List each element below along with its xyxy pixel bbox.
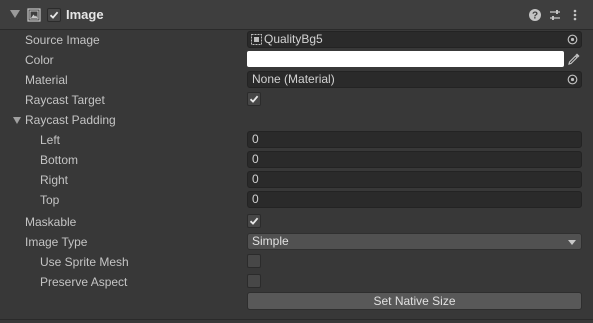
padding-left-label: Left — [40, 133, 61, 147]
image-type-dropdown[interactable]: Simple — [247, 233, 582, 250]
padding-left-input[interactable]: 0 — [247, 131, 582, 148]
padding-bottom-label: Bottom — [40, 153, 79, 167]
material-value: None (Material) — [252, 72, 335, 86]
image-type-label: Image Type — [25, 235, 88, 249]
raycast-padding-foldout-icon[interactable] — [13, 117, 21, 124]
component-enabled-checkbox[interactable] — [47, 8, 61, 22]
padding-top-label: Top — [40, 193, 60, 207]
padding-top-input[interactable]: 0 — [247, 191, 582, 208]
foldout-arrow-icon[interactable] — [10, 10, 20, 18]
component-header[interactable]: Image ? — [0, 0, 593, 30]
source-image-field[interactable]: QualityBg5 — [247, 31, 582, 48]
image-component-icon — [27, 8, 41, 22]
material-label: Material — [25, 73, 68, 87]
svg-text:?: ? — [532, 11, 538, 22]
maskable-label: Maskable — [25, 215, 77, 229]
divider — [0, 319, 593, 320]
use-sprite-mesh-checkbox[interactable] — [247, 254, 261, 268]
raycast-padding-label[interactable]: Raycast Padding — [25, 113, 116, 127]
color-label: Color — [25, 53, 54, 67]
preset-icon[interactable] — [548, 8, 562, 22]
help-icon[interactable]: ? — [528, 8, 542, 22]
object-picker-icon[interactable] — [567, 34, 578, 45]
eyedropper-icon[interactable] — [566, 51, 582, 67]
object-picker-icon[interactable] — [567, 74, 578, 85]
preserve-aspect-label: Preserve Aspect — [40, 275, 128, 289]
menu-kebab-icon[interactable] — [568, 8, 582, 22]
component-title: Image — [66, 7, 104, 22]
raycast-target-checkbox[interactable] — [247, 92, 261, 106]
dropdown-arrow-icon — [568, 240, 576, 245]
source-image-value: QualityBg5 — [264, 32, 323, 46]
image-component-panel: Image ? Source Image QualityBg5 Color Ma… — [0, 0, 593, 323]
sprite-icon — [251, 34, 262, 45]
padding-right-input[interactable]: 0 — [247, 171, 582, 188]
padding-right-label: Right — [40, 173, 69, 187]
preserve-aspect-checkbox[interactable] — [247, 274, 261, 288]
source-image-label: Source Image — [25, 33, 100, 47]
color-swatch-field[interactable] — [247, 51, 564, 67]
maskable-checkbox[interactable] — [247, 214, 261, 228]
use-sprite-mesh-label: Use Sprite Mesh — [40, 255, 129, 269]
raycast-target-label: Raycast Target — [25, 93, 105, 107]
material-field[interactable]: None (Material) — [247, 71, 582, 88]
set-native-size-button[interactable]: Set Native Size — [247, 292, 582, 310]
image-type-value: Simple — [252, 234, 289, 248]
padding-bottom-input[interactable]: 0 — [247, 151, 582, 168]
